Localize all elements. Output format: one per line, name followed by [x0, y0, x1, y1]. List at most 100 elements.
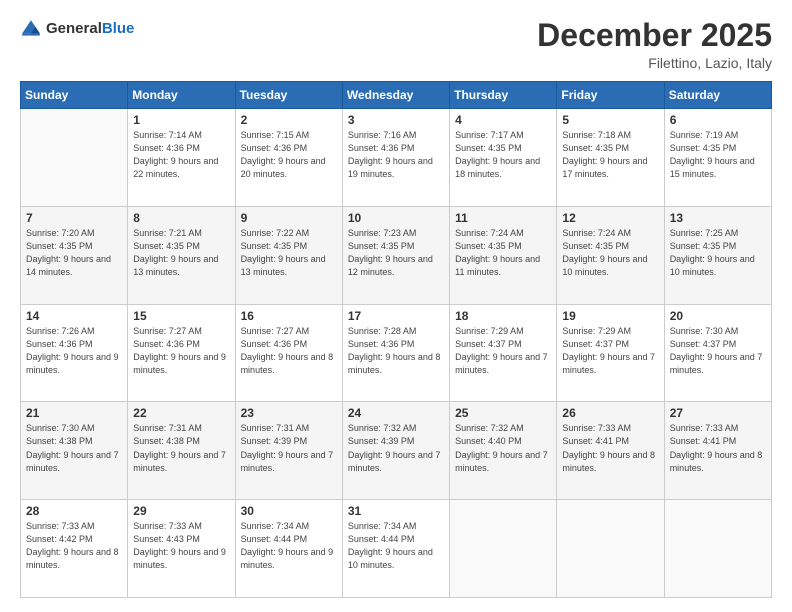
day-number: 28	[26, 504, 122, 518]
day-cell: 4Sunrise: 7:17 AMSunset: 4:35 PMDaylight…	[450, 109, 557, 207]
day-number: 13	[670, 211, 766, 225]
day-cell: 9 Sunrise: 7:22 AMSunset: 4:35 PMDaylight…	[235, 206, 342, 304]
day-info: Sunrise: 7:33 AMSunset: 4:43 PMDaylight:…	[133, 520, 229, 572]
day-number: 31	[348, 504, 444, 518]
col-tuesday: Tuesday	[235, 82, 342, 109]
day-cell	[557, 500, 664, 598]
day-info: Sunrise: 7:19 AMSunset: 4:35 PMDaylight:…	[670, 129, 766, 181]
day-info: Sunrise: 7:16 AMSunset: 4:36 PMDaylight:…	[348, 129, 444, 181]
day-info: Sunrise: 7:28 AMSunset: 4:36 PMDaylight:…	[348, 325, 444, 377]
day-cell: 11Sunrise: 7:24 AMSunset: 4:35 PMDayligh…	[450, 206, 557, 304]
title-block: December 2025 Filettino, Lazio, Italy	[537, 18, 772, 71]
day-info: Sunrise: 7:30 AMSunset: 4:37 PMDaylight:…	[670, 325, 766, 377]
page: GeneralBlue December 2025 Filettino, Laz…	[0, 0, 792, 612]
day-number: 20	[670, 309, 766, 323]
col-sunday: Sunday	[21, 82, 128, 109]
day-number: 16	[241, 309, 337, 323]
day-cell: 3 Sunrise: 7:16 AMSunset: 4:36 PMDaylight…	[342, 109, 449, 207]
day-info: Sunrise: 7:26 AMSunset: 4:36 PMDaylight:…	[26, 325, 122, 377]
day-cell: 17 Sunrise: 7:28 AMSunset: 4:36 PMDayligh…	[342, 304, 449, 402]
day-info: Sunrise: 7:29 AMSunset: 4:37 PMDaylight:…	[562, 325, 658, 377]
col-wednesday: Wednesday	[342, 82, 449, 109]
week-row-2: 7 Sunrise: 7:20 AMSunset: 4:35 PMDaylight…	[21, 206, 772, 304]
day-info: Sunrise: 7:29 AMSunset: 4:37 PMDaylight:…	[455, 325, 551, 377]
col-thursday: Thursday	[450, 82, 557, 109]
day-cell: 29 Sunrise: 7:33 AMSunset: 4:43 PMDayligh…	[128, 500, 235, 598]
day-number: 11	[455, 211, 551, 225]
day-cell: 1 Sunrise: 7:14 AMSunset: 4:36 PMDaylight…	[128, 109, 235, 207]
day-cell: 24Sunrise: 7:32 AMSunset: 4:39 PMDayligh…	[342, 402, 449, 500]
day-number: 24	[348, 406, 444, 420]
logo-icon	[20, 18, 42, 40]
day-number: 18	[455, 309, 551, 323]
col-monday: Monday	[128, 82, 235, 109]
day-cell: 7 Sunrise: 7:20 AMSunset: 4:35 PMDaylight…	[21, 206, 128, 304]
logo-general: GeneralBlue	[46, 20, 134, 38]
day-number: 30	[241, 504, 337, 518]
header-row: Sunday Monday Tuesday Wednesday Thursday…	[21, 82, 772, 109]
day-number: 2	[241, 113, 337, 127]
day-cell: 22Sunrise: 7:31 AMSunset: 4:38 PMDayligh…	[128, 402, 235, 500]
day-number: 17	[348, 309, 444, 323]
day-cell: 25Sunrise: 7:32 AMSunset: 4:40 PMDayligh…	[450, 402, 557, 500]
day-number: 9	[241, 211, 337, 225]
week-row-4: 21 Sunrise: 7:30 AMSunset: 4:38 PMDayligh…	[21, 402, 772, 500]
day-number: 10	[348, 211, 444, 225]
logo: GeneralBlue	[20, 18, 134, 40]
day-cell: 16 Sunrise: 7:27 AMSunset: 4:36 PMDayligh…	[235, 304, 342, 402]
week-row-1: 1 Sunrise: 7:14 AMSunset: 4:36 PMDaylight…	[21, 109, 772, 207]
day-cell: 10 Sunrise: 7:23 AMSunset: 4:35 PMDayligh…	[342, 206, 449, 304]
day-info: Sunrise: 7:20 AMSunset: 4:35 PMDaylight:…	[26, 227, 122, 279]
day-info: Sunrise: 7:22 AMSunset: 4:35 PMDaylight:…	[241, 227, 337, 279]
day-info: Sunrise: 7:21 AMSunset: 4:35 PMDaylight:…	[133, 227, 229, 279]
day-info: Sunrise: 7:33 AMSunset: 4:41 PMDaylight:…	[670, 422, 766, 474]
day-info: Sunrise: 7:31 AMSunset: 4:38 PMDaylight:…	[133, 422, 229, 474]
week-row-5: 28 Sunrise: 7:33 AMSunset: 4:42 PMDayligh…	[21, 500, 772, 598]
week-row-3: 14 Sunrise: 7:26 AMSunset: 4:36 PMDayligh…	[21, 304, 772, 402]
day-number: 14	[26, 309, 122, 323]
day-info: Sunrise: 7:14 AMSunset: 4:36 PMDaylight:…	[133, 129, 229, 181]
day-number: 8	[133, 211, 229, 225]
day-number: 3	[348, 113, 444, 127]
day-cell: 20 Sunrise: 7:30 AMSunset: 4:37 PMDayligh…	[664, 304, 771, 402]
day-cell: 13Sunrise: 7:25 AMSunset: 4:35 PMDayligh…	[664, 206, 771, 304]
day-cell: 27Sunrise: 7:33 AMSunset: 4:41 PMDayligh…	[664, 402, 771, 500]
day-number: 12	[562, 211, 658, 225]
day-number: 19	[562, 309, 658, 323]
day-info: Sunrise: 7:18 AMSunset: 4:35 PMDaylight:…	[562, 129, 658, 181]
location: Filettino, Lazio, Italy	[537, 55, 772, 71]
day-cell: 8 Sunrise: 7:21 AMSunset: 4:35 PMDaylight…	[128, 206, 235, 304]
day-info: Sunrise: 7:33 AMSunset: 4:42 PMDaylight:…	[26, 520, 122, 572]
day-cell	[450, 500, 557, 598]
day-info: Sunrise: 7:23 AMSunset: 4:35 PMDaylight:…	[348, 227, 444, 279]
day-number: 15	[133, 309, 229, 323]
day-info: Sunrise: 7:34 AMSunset: 4:44 PMDaylight:…	[348, 520, 444, 572]
day-cell: 31 Sunrise: 7:34 AMSunset: 4:44 PMDayligh…	[342, 500, 449, 598]
day-number: 26	[562, 406, 658, 420]
day-info: Sunrise: 7:31 AMSunset: 4:39 PMDaylight:…	[241, 422, 337, 474]
day-cell: 26 Sunrise: 7:33 AMSunset: 4:41 PMDayligh…	[557, 402, 664, 500]
day-info: Sunrise: 7:33 AMSunset: 4:41 PMDaylight:…	[562, 422, 658, 474]
day-cell: 30Sunrise: 7:34 AMSunset: 4:44 PMDayligh…	[235, 500, 342, 598]
day-cell: 18 Sunrise: 7:29 AMSunset: 4:37 PMDayligh…	[450, 304, 557, 402]
month-title: December 2025	[537, 18, 772, 53]
day-cell: 2 Sunrise: 7:15 AMSunset: 4:36 PMDaylight…	[235, 109, 342, 207]
day-number: 5	[562, 113, 658, 127]
calendar-table: Sunday Monday Tuesday Wednesday Thursday…	[20, 81, 772, 598]
day-info: Sunrise: 7:15 AMSunset: 4:36 PMDaylight:…	[241, 129, 337, 181]
day-cell: 12 Sunrise: 7:24 AMSunset: 4:35 PMDayligh…	[557, 206, 664, 304]
day-number: 29	[133, 504, 229, 518]
day-info: Sunrise: 7:27 AMSunset: 4:36 PMDaylight:…	[241, 325, 337, 377]
day-info: Sunrise: 7:24 AMSunset: 4:35 PMDaylight:…	[562, 227, 658, 279]
day-info: Sunrise: 7:30 AMSunset: 4:38 PMDaylight:…	[26, 422, 122, 474]
col-friday: Friday	[557, 82, 664, 109]
day-info: Sunrise: 7:27 AMSunset: 4:36 PMDaylight:…	[133, 325, 229, 377]
day-number: 1	[133, 113, 229, 127]
day-number: 21	[26, 406, 122, 420]
day-cell: 19 Sunrise: 7:29 AMSunset: 4:37 PMDayligh…	[557, 304, 664, 402]
header: GeneralBlue December 2025 Filettino, Laz…	[20, 18, 772, 71]
day-info: Sunrise: 7:17 AMSunset: 4:35 PMDaylight:…	[455, 129, 551, 181]
day-number: 23	[241, 406, 337, 420]
day-number: 7	[26, 211, 122, 225]
day-cell: 15 Sunrise: 7:27 AMSunset: 4:36 PMDayligh…	[128, 304, 235, 402]
